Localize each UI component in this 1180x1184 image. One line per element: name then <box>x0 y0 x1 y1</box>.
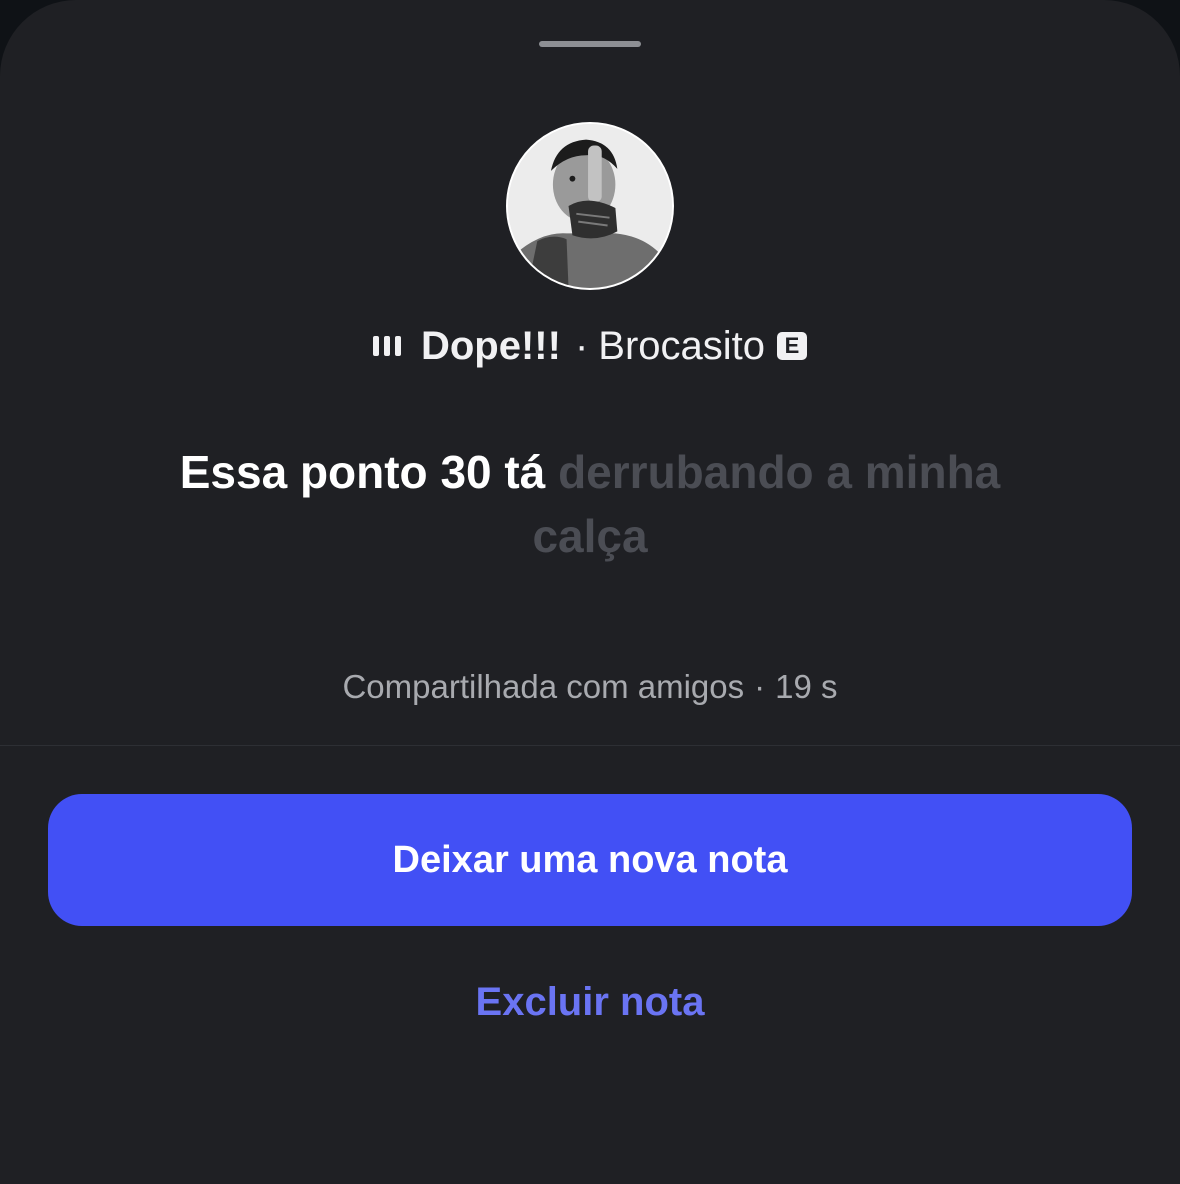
equalizer-bars-icon <box>372 334 401 358</box>
new-note-button[interactable]: Deixar uma nova nota <box>48 794 1132 926</box>
explicit-badge-icon: E <box>777 332 808 360</box>
avatar[interactable] <box>506 122 674 290</box>
timestamp: 19 s <box>775 668 838 705</box>
divider <box>0 745 1180 746</box>
song-title: Dope!!! <box>420 323 561 368</box>
artist-name: Brocasito <box>598 323 766 368</box>
lyric-active: Essa ponto 30 tá <box>179 446 559 498</box>
drag-handle[interactable] <box>539 41 641 47</box>
avatar-photo <box>508 124 672 288</box>
separator: · <box>574 323 589 368</box>
separator: · <box>754 668 766 705</box>
note-lyric: Essa ponto 30 tá derrubando a minha calç… <box>150 440 1030 568</box>
note-bottom-sheet: Dope!!! · Brocasito E Essa ponto 30 tá d… <box>0 0 1180 1184</box>
delete-note-button[interactable]: Excluir nota <box>0 980 1180 1032</box>
note-meta: Compartilhada com amigos · 19 s <box>0 668 1180 706</box>
now-playing[interactable]: Dope!!! · Brocasito E <box>0 320 1180 372</box>
lyric-upcoming: derrubando a minha calça <box>532 446 1001 562</box>
shared-audience: Compartilhada com amigos <box>342 668 745 705</box>
